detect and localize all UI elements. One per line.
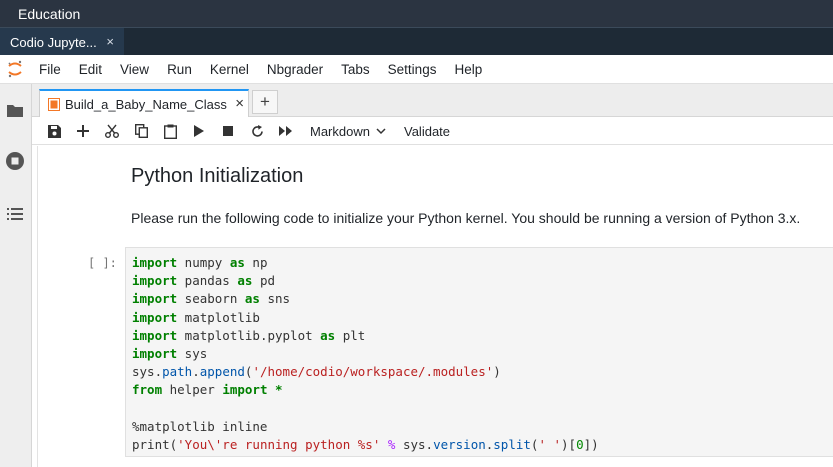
code-token: numpy [177, 255, 230, 270]
code-token: '/home/codio/workspace/.modules' [252, 364, 494, 380]
validate-button[interactable]: Validate [404, 121, 450, 141]
code-token: matplotlib [177, 309, 260, 325]
code-token: helper [162, 382, 223, 398]
cut-icon[interactable] [103, 122, 121, 140]
cell-type-value: Markdown [310, 123, 370, 139]
code-token: import [132, 255, 178, 270]
code-token: import [132, 309, 178, 325]
code-token: 'You\'re running python %s' [177, 437, 381, 453]
code-token: from [132, 382, 163, 398]
code-token: path [162, 364, 193, 380]
code-token: import [132, 291, 178, 307]
tab-notebook-label: Build_a_Baby_Name_Class [65, 96, 227, 112]
code-token: . [192, 364, 200, 380]
code-token: sys [177, 346, 208, 362]
add-icon[interactable] [74, 122, 92, 140]
folder-icon[interactable] [5, 100, 25, 120]
chevron-down-icon [376, 127, 386, 135]
code-token: pandas [177, 273, 238, 289]
code-token: sys. [132, 364, 163, 380]
code-token: import [132, 327, 178, 343]
code-line: import numpy as np [132, 254, 830, 272]
code-token: print( [132, 437, 178, 453]
stop-icon[interactable] [219, 122, 237, 140]
window-title: Education [18, 5, 81, 22]
jupyter-logo-icon [0, 55, 30, 84]
notebook-toolbar: Markdown Validate [32, 117, 833, 145]
code-token: )[ [561, 437, 577, 453]
code-line: from helper import * [132, 381, 830, 399]
code-token: ' ' [538, 437, 562, 453]
menu-help[interactable]: Help [445, 55, 491, 84]
code-cell-editor[interactable]: import numpy as np import pandas as pd imp… [125, 247, 833, 457]
code-token: as [237, 273, 253, 289]
code-token: sns [259, 291, 291, 307]
menu-file[interactable]: File [30, 55, 70, 84]
menu-run[interactable]: Run [158, 55, 201, 84]
code-token: plt [335, 327, 366, 343]
code-token: ]) [583, 437, 599, 453]
notebook-area: Python Initialization Please run the fol… [37, 146, 833, 467]
browser-tab-strip: Codio Jupyte... × [0, 27, 833, 56]
markdown-paragraph: Please run the following code to initial… [131, 210, 801, 226]
code-token: version [433, 437, 486, 453]
window-title-bar: Education [0, 0, 833, 27]
cell-prompt: [ ]: [88, 256, 117, 270]
menu-kernel[interactable]: Kernel [201, 55, 258, 84]
list-icon[interactable] [5, 204, 25, 224]
code-token: 0 [576, 437, 584, 453]
code-token: pd [252, 273, 276, 289]
browser-tab-label: Codio Jupyte... [10, 34, 97, 50]
code-token: import [132, 273, 178, 289]
document-tab-bar: Build_a_Baby_Name_Class × + [32, 84, 833, 117]
notebook-file-icon [48, 97, 60, 111]
code-line: import seaborn as sns [132, 290, 830, 308]
menu-nbgrader[interactable]: Nbgrader [258, 55, 332, 84]
markdown-heading: Python Initialization [131, 165, 304, 187]
add-tab-button[interactable]: + [252, 90, 278, 114]
code-token: as [320, 327, 336, 343]
code-token: * [275, 382, 283, 398]
tab-close-icon[interactable]: × [235, 95, 244, 112]
code-line: sys.path.append('/home/codio/workspace/.… [132, 363, 830, 381]
code-token: %matplotlib inline [132, 418, 268, 434]
stop-circle-icon[interactable] [5, 151, 25, 171]
code-token: sys. [395, 437, 434, 453]
code-line: print('You\'re running python %s' % sys.… [132, 436, 830, 454]
copy-icon[interactable] [132, 122, 150, 140]
code-token: ) [493, 364, 501, 380]
code-token: np [244, 255, 268, 270]
save-icon[interactable] [45, 122, 63, 140]
menu-bar: File Edit View Run Kernel Nbgrader Tabs … [0, 55, 833, 84]
code-token: as [229, 255, 245, 270]
tab-notebook[interactable]: Build_a_Baby_Name_Class × [39, 89, 249, 117]
menu-settings[interactable]: Settings [379, 55, 446, 84]
code-token: split [493, 437, 531, 453]
cell-type-dropdown[interactable]: Markdown [310, 121, 386, 141]
code-line: import matplotlib [132, 309, 830, 327]
code-token: as [244, 291, 260, 307]
menu-view[interactable]: View [111, 55, 158, 84]
code-line: import pandas as pd [132, 272, 830, 290]
code-token: import [132, 346, 178, 362]
menu-tabs[interactable]: Tabs [332, 55, 379, 84]
fast-forward-icon[interactable] [277, 122, 295, 140]
code-token: matplotlib.pyplot [177, 327, 321, 343]
code-line: import sys [132, 345, 830, 363]
code-token: append [199, 364, 245, 380]
menu-edit[interactable]: Edit [70, 55, 111, 84]
restart-icon[interactable] [248, 122, 266, 140]
run-icon[interactable] [190, 122, 208, 140]
browser-tab-close-icon[interactable]: × [106, 34, 114, 49]
paste-icon[interactable] [161, 122, 179, 140]
code-line: %matplotlib inline [132, 418, 830, 436]
code-token: seaborn [177, 291, 245, 307]
browser-tab-codio[interactable]: Codio Jupyte... × [0, 28, 124, 56]
code-token: import [222, 382, 268, 398]
code-line: import matplotlib.pyplot as plt [132, 327, 830, 345]
left-sidebar [0, 84, 32, 467]
